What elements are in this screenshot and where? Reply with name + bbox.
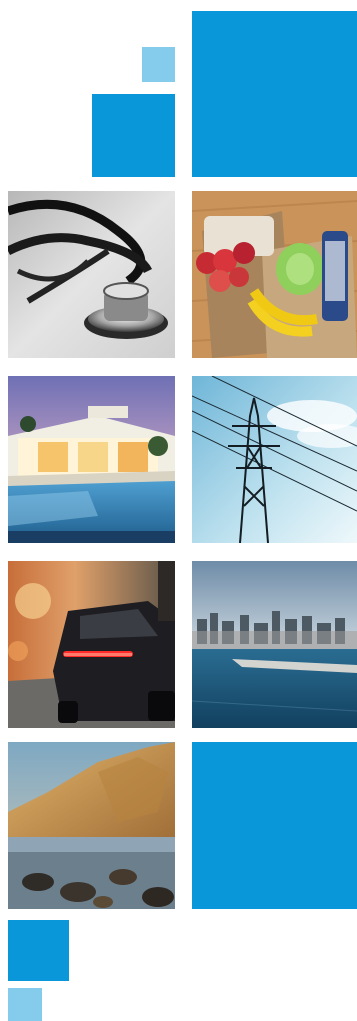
- photo-sports-car: [8, 561, 175, 728]
- photo-coastal-cliff: [8, 742, 175, 909]
- tile-mosaic: [0, 0, 357, 1021]
- medium-blue-square-top: [92, 94, 175, 177]
- coastal-cliff-image: [8, 742, 175, 909]
- photo-grocery-bags: [192, 191, 357, 358]
- sports-car-image: [8, 561, 175, 728]
- small-light-blue-square-bottom: [8, 988, 42, 1021]
- medium-blue-square-bottom: [8, 920, 69, 981]
- photo-city-waterfront: [192, 561, 357, 728]
- photo-stethoscope: [8, 191, 175, 358]
- stethoscope-image: [8, 191, 175, 358]
- blue-square-bottom-right: [192, 742, 357, 909]
- photo-power-line-tower: [192, 376, 357, 543]
- power-line-tower-image: [192, 376, 357, 543]
- photo-luxury-house-pool: [8, 376, 175, 543]
- small-light-blue-square-top: [142, 47, 175, 82]
- city-waterfront-image: [192, 561, 357, 728]
- grocery-bags-image: [192, 191, 357, 358]
- blue-square-top-right: [192, 11, 357, 177]
- luxury-house-image: [8, 376, 175, 543]
